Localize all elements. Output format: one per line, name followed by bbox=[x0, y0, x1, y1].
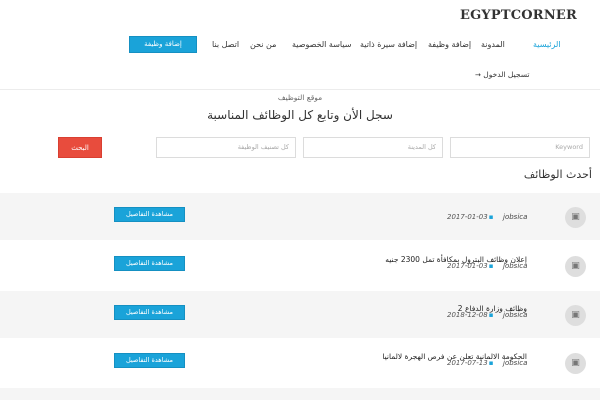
keyword-input[interactable]: Keyword bbox=[450, 137, 590, 158]
calendar-icon: ▪ bbox=[488, 359, 494, 367]
job-company: jobsica bbox=[503, 359, 528, 367]
login-link[interactable]: تسجيل الدخول → bbox=[473, 70, 529, 79]
job-company: jobsica bbox=[503, 311, 528, 319]
nav-item-home[interactable]: الرئيسية bbox=[533, 40, 561, 49]
view-details-button[interactable]: مشاهدة التفاصيل bbox=[114, 305, 185, 320]
view-details-button[interactable]: مشاهدة التفاصيل bbox=[114, 353, 185, 368]
category-select[interactable]: كل تصنيف الوظيفة bbox=[156, 137, 296, 158]
site-logo[interactable]: EGYPTCORNER bbox=[460, 8, 577, 23]
view-details-button[interactable]: مشاهدة التفاصيل bbox=[114, 256, 185, 271]
briefcase-icon: ▣ bbox=[565, 353, 586, 374]
job-date: 2017-07-13▪ bbox=[447, 359, 493, 367]
date-text: 2017-01-03 bbox=[447, 262, 488, 270]
date-text: 2018-12-08 bbox=[447, 311, 488, 319]
nav-item-blog[interactable]: المدونة bbox=[481, 40, 505, 49]
hero-title: سجل الأن وتابع كل الوظائف المناسبة bbox=[207, 108, 393, 122]
job-company: jobsica bbox=[503, 213, 528, 221]
job-date: 2018-12-08▪ bbox=[447, 311, 493, 319]
job-row: ▣ وظائف وزارة الدفاع 2 jobsica 2018-12-0… bbox=[0, 291, 600, 338]
nav-item-add-job[interactable]: إضافة وظيفة bbox=[428, 40, 471, 49]
job-row bbox=[0, 388, 600, 400]
job-row: ▣ jobsica 2017-01-03▪ مشاهدة التفاصيل bbox=[0, 193, 600, 240]
city-select[interactable]: كل المدينة bbox=[303, 137, 443, 158]
latest-jobs-title: أحدث الوظائف bbox=[523, 168, 592, 181]
job-row: ▣ إعلان وظائف البترول بمكافأة تمل 2300 ج… bbox=[0, 242, 600, 289]
job-date: 2017-01-03▪ bbox=[447, 213, 493, 221]
hero-subtitle: موقع التوظيف bbox=[277, 93, 323, 102]
nav-item-add-cv[interactable]: إضافة سيرة ذاتية bbox=[360, 40, 417, 49]
job-date: 2017-01-03▪ bbox=[447, 262, 493, 270]
date-text: 2017-01-03 bbox=[447, 213, 488, 221]
job-company: jobsica bbox=[503, 262, 528, 270]
calendar-icon: ▪ bbox=[488, 213, 494, 221]
date-text: 2017-07-13 bbox=[447, 359, 488, 367]
calendar-icon: ▪ bbox=[488, 262, 494, 270]
briefcase-icon: ▣ bbox=[565, 305, 586, 326]
site-header: EGYPTCORNER الرئيسية المدونة إضافة وظيفة… bbox=[0, 0, 600, 90]
login-label: تسجيل الدخول bbox=[483, 70, 530, 79]
job-row: ▣ الحكومة الالمانية تعلن عن فرص الهجرة ل… bbox=[0, 339, 600, 386]
post-job-button[interactable]: إضافة وظيفة bbox=[129, 36, 197, 53]
briefcase-icon: ▣ bbox=[565, 256, 586, 277]
sign-in-icon: → bbox=[475, 71, 481, 79]
nav-item-about[interactable]: من نحن bbox=[250, 40, 276, 49]
search-button[interactable]: البحث bbox=[58, 137, 102, 158]
nav-item-privacy[interactable]: سياسة الخصوصية bbox=[292, 40, 351, 49]
briefcase-icon: ▣ bbox=[565, 207, 586, 228]
view-details-button[interactable]: مشاهدة التفاصيل bbox=[114, 207, 185, 222]
nav-item-contact[interactable]: اتصل بنا bbox=[212, 40, 239, 49]
calendar-icon: ▪ bbox=[488, 311, 494, 319]
